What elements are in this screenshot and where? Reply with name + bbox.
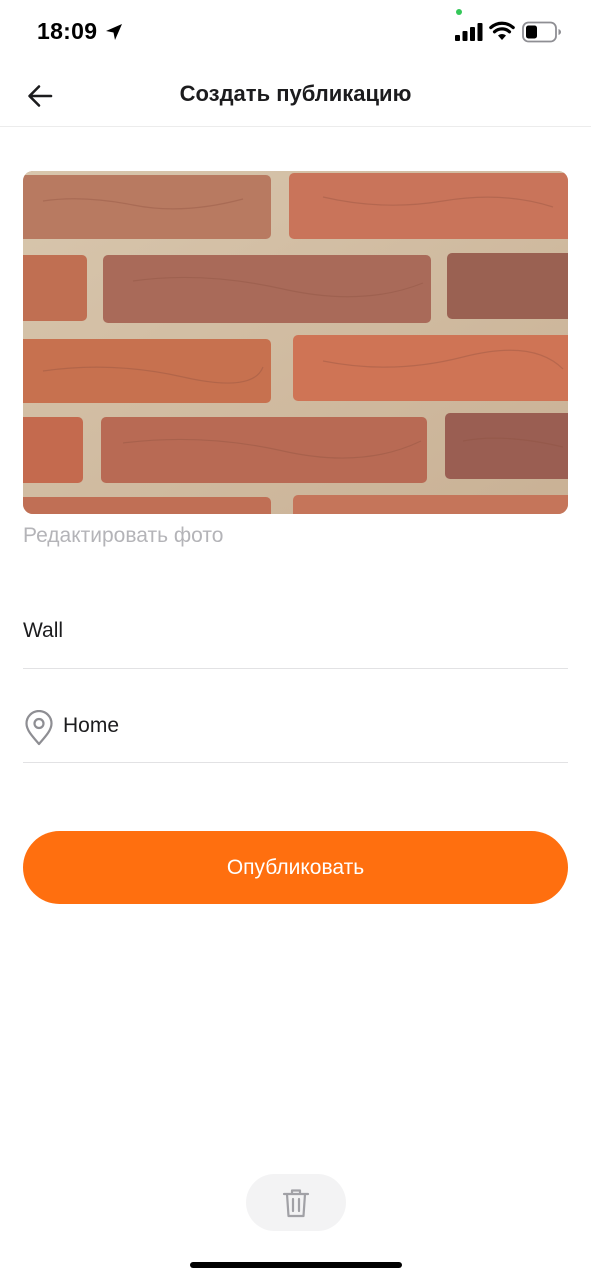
delete-button[interactable] <box>246 1174 346 1231</box>
trash-icon <box>282 1188 310 1217</box>
status-bar: 18:09 <box>0 0 591 64</box>
location-field[interactable]: Home <box>23 694 568 763</box>
photo-image <box>23 171 568 514</box>
navigation-bar: Создать публикацию <box>0 64 591 127</box>
brick-wall-photo[interactable] <box>23 171 568 514</box>
privacy-indicator-dot <box>456 9 462 15</box>
signal-icon <box>455 23 483 41</box>
edit-photo-link[interactable]: Редактировать фото <box>23 524 223 548</box>
publish-button-label: Опубликовать <box>226 855 365 879</box>
home-indicator <box>190 1262 402 1268</box>
location-pin-icon <box>25 710 53 746</box>
publish-button[interactable]: Опубликовать <box>23 831 568 904</box>
wifi-icon <box>489 21 515 40</box>
location-input-value[interactable]: Home <box>63 714 119 738</box>
location-arrow-icon <box>106 24 122 40</box>
title-field[interactable]: Wall <box>23 600 568 669</box>
page-title: Создать публикацию <box>179 81 412 106</box>
title-input-value[interactable]: Wall <box>23 619 63 643</box>
battery-icon <box>522 21 561 43</box>
create-post-screen: 18:09 Создать публикацию Редактировать ф… <box>0 0 591 1280</box>
status-time: 18:09 <box>37 18 98 44</box>
